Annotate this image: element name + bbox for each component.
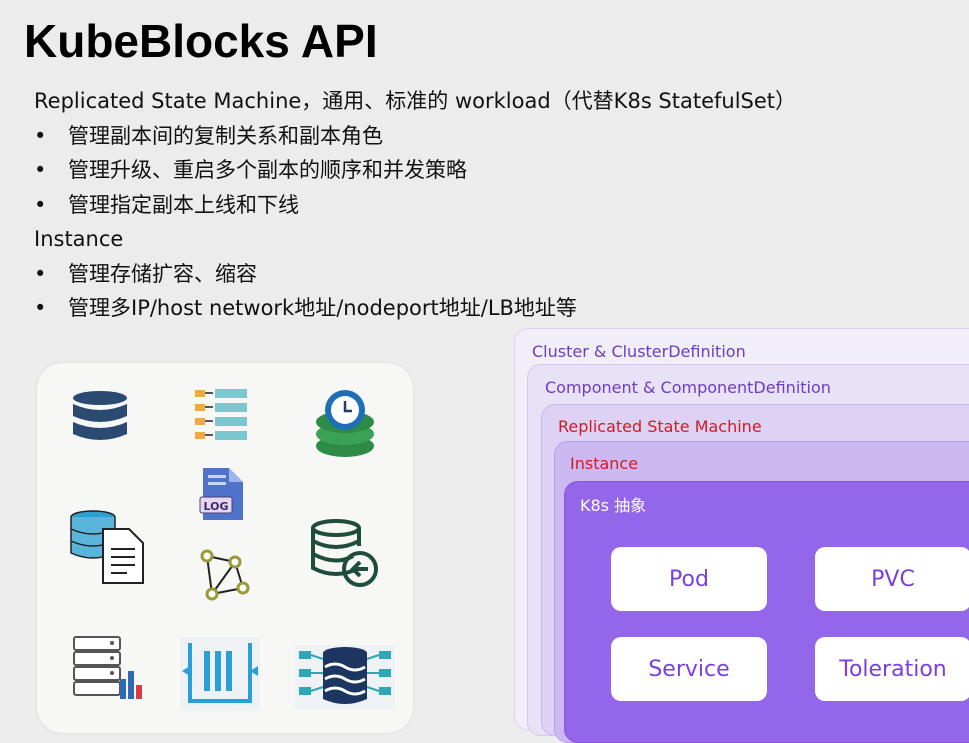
rsm-bullet: 管理副本间的复制关系和副本角色 [34,119,796,154]
database-restore-icon [311,519,378,587]
database-clock-icon [316,390,374,457]
rsm-label: Replicated State Machine [558,417,762,436]
service-card: Service [611,637,767,701]
layer-k8s-abstraction [564,481,969,743]
bullet-text: 管理升级、重启多个副本的顺序和并发策略 [68,158,467,182]
rsm-heading: Replicated State Machine，通用、标准的 workload… [34,89,797,113]
instance-bullet: 管理多IP/host network地址/nodeport地址/LB地址等 [34,291,796,326]
bullet-text: 管理存储扩容、缩容 [68,261,257,286]
bullet-icon [34,119,68,154]
instance-label: Instance [570,454,639,473]
page-title: KubeBlocks API [24,15,378,67]
bullet-text: 管理多IP/host network地址/nodeport地址/LB地址等 [68,296,577,320]
pipeline-icon [180,637,260,711]
bullet-icon [34,257,68,292]
database-document-icon [70,510,144,584]
instance-bullet: 管理存储扩容、缩容 [34,257,796,292]
instance-heading: Instance [34,227,124,251]
log-file-icon: LOG [199,468,243,520]
bullet-icon [34,153,68,188]
pvc-card: PVC [815,547,969,611]
icon-panel: LOG [37,363,413,733]
database-chart-icon [73,636,142,699]
pod-card: Pod [611,547,767,611]
bullet-text: 管理指定副本上线和下线 [68,192,299,217]
svg-text:LOG: LOG [204,500,229,513]
network-graph-icon [200,549,250,601]
queue-list-icon [195,389,247,440]
description-text: Replicated State Machine，通用、标准的 workload… [34,84,796,326]
rsm-bullet: 管理升级、重启多个副本的顺序和并发策略 [34,153,796,188]
toleration-card: Toleration [815,637,969,701]
component-label: Component & ComponentDefinition [545,378,831,397]
k8s-label: K8s 抽象 [580,496,647,515]
database-icon [73,391,127,440]
bullet-text: 管理副本间的复制关系和副本角色 [68,123,383,148]
cluster-label: Cluster & ClusterDefinition [532,342,746,361]
bullet-icon [34,188,68,223]
data-stream-icon [295,645,395,709]
bullet-icon [34,291,68,326]
rsm-bullet: 管理指定副本上线和下线 [34,188,796,223]
